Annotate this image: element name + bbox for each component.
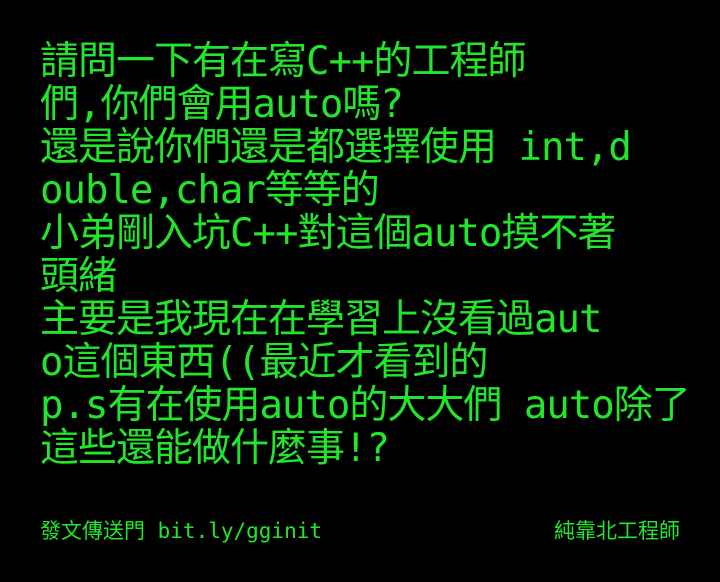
submission-link-text: 發文傳送門 bit.ly/gginit (40, 519, 323, 543)
post-body: 請問一下有在寫C++的工程師 們,你們會用auto嗎? 還是說你們還是都選擇使用… (40, 40, 712, 470)
post-line: 還是說你們還是都選擇使用 int,d (40, 125, 632, 170)
post-line: ouble,char等等的 (40, 168, 380, 213)
post-line: 小弟剛入坑C++對這個auto摸不著 (40, 211, 616, 256)
post-line: 這些還能做什麼事!? (40, 426, 390, 471)
post-line: 們,你們會用auto嗎? (40, 82, 404, 127)
post-line: 主要是我現在在學習上沒看過aut (40, 297, 602, 342)
brand-name: 純靠北工程師 (554, 519, 680, 543)
post-line: p.s有在使用auto的大大們 auto除了 (40, 383, 691, 428)
post-line: o這個東西((最近才看到的 (40, 340, 488, 385)
post-line: 頭緒 (40, 254, 117, 299)
post-line: 請問一下有在寫C++的工程師 (40, 39, 526, 84)
footer: 發文傳送門 bit.ly/gginit 純靠北工程師 (40, 516, 680, 546)
